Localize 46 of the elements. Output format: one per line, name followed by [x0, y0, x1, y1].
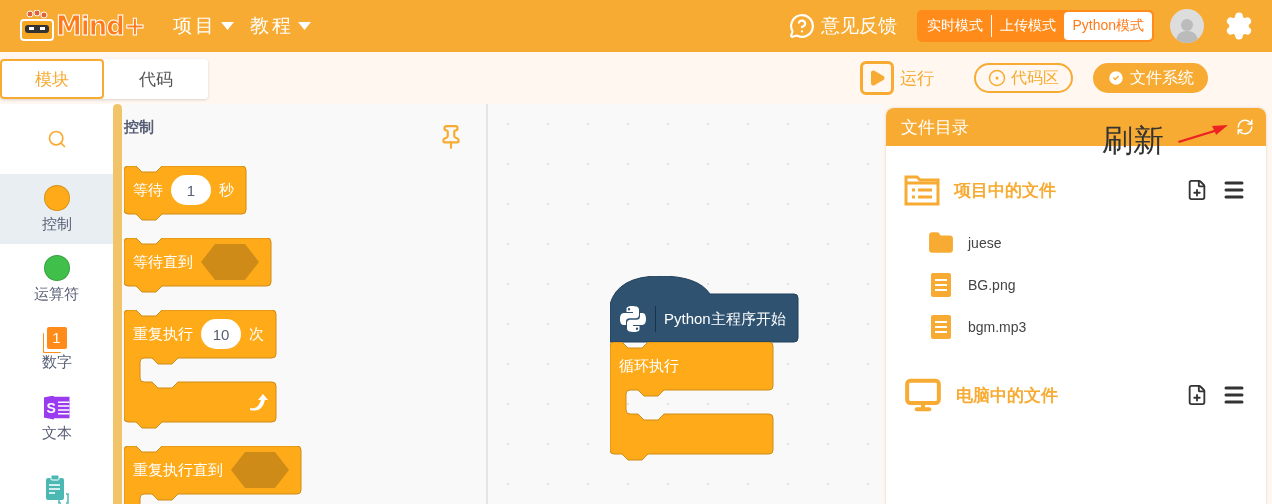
check-circle-icon: [1107, 69, 1125, 87]
caret-icon: [220, 22, 234, 30]
loop-block[interactable]: [124, 310, 277, 429]
file-name[interactable]: BG.png: [968, 277, 1016, 293]
section-title: 电脑中的文件: [956, 384, 1059, 407]
block-label: 重复执行直到: [133, 460, 223, 480]
palette-title: 控制: [124, 118, 154, 137]
help-icon: [789, 13, 816, 39]
block-label: 等待: [133, 180, 163, 200]
category-item[interactable]: 运算符: [0, 244, 113, 314]
hat-block[interactable]: [610, 276, 799, 343]
logo-text: Mind+: [56, 11, 145, 41]
avatar[interactable]: [1170, 9, 1204, 43]
condition-slot[interactable]: [201, 244, 259, 280]
block-label: 次: [249, 324, 264, 344]
block-label: 重复执行: [133, 324, 193, 344]
section-title: 项目中的文件: [954, 179, 1057, 202]
folder-icon: [928, 230, 954, 256]
category-item[interactable]: 控制: [0, 174, 113, 244]
refresh-icon[interactable]: [1236, 118, 1254, 136]
block-label: Python主程序开始: [664, 309, 786, 329]
scrollbar[interactable]: [113, 104, 122, 504]
file-icon: [928, 272, 954, 298]
file-icon: [928, 314, 954, 340]
radio-dot-icon: [988, 69, 1006, 87]
play-icon: [868, 69, 886, 87]
file-name[interactable]: bgm.mp3: [968, 319, 1027, 335]
new-file-button[interactable]: [1186, 179, 1208, 201]
panel-title: 文件目录: [901, 116, 969, 139]
block-label: 秒: [219, 180, 234, 200]
monitor-icon: [904, 376, 942, 414]
view-tab[interactable]: 代码: [104, 59, 208, 99]
new-file-button[interactable]: [1186, 384, 1208, 406]
file-name[interactable]: juese: [968, 235, 1002, 251]
python-logo-icon: [619, 305, 647, 333]
condition-slot[interactable]: [231, 452, 289, 488]
category-item[interactable]: 1 数字: [0, 314, 113, 384]
folder-list-icon: [904, 174, 940, 206]
block-label: 循环执行: [619, 356, 679, 376]
caret-icon: [297, 22, 311, 30]
block-label: 等待直到: [133, 252, 193, 272]
annotation-arrow: [1178, 123, 1230, 143]
robot-logo-icon: [20, 10, 54, 42]
text-category-icon: S: [43, 395, 70, 420]
category-item[interactable]: S 文本: [0, 384, 113, 454]
settings-icon[interactable]: [1224, 11, 1254, 41]
